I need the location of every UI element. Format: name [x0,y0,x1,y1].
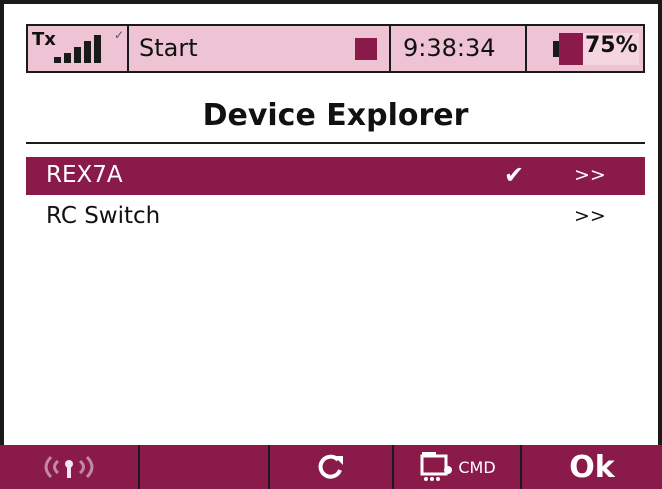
device-screen: Tx ✓ Start 9:38:34 75% Device Explorer R… [0,0,662,489]
battery-fill [559,33,583,65]
refresh-icon [318,454,343,479]
title-divider [26,142,645,144]
page-title: Device Explorer [202,98,469,133]
tx-label: Tx [32,29,56,50]
ok-button[interactable]: Ok [522,445,662,489]
device-icon [420,452,453,481]
refresh-button[interactable] [270,445,394,489]
device-row-rc-switch[interactable]: RC Switch >> [26,198,645,236]
status-bar: Tx ✓ Start 9:38:34 75% [26,24,645,73]
battery-cell: 75% [527,26,643,71]
signal-check-icon: ✓ [114,28,125,42]
cmd-label: CMD [458,457,496,477]
device-list: REX7A ✔ >> RC Switch >> [26,157,645,239]
clock-time: 9:38:34 [403,34,496,62]
stop-square-icon [355,38,377,60]
time-cell: 9:38:34 [391,26,527,71]
empty-button[interactable] [140,445,270,489]
bottom-button-bar: CMD Ok [0,445,662,489]
device-label: RC Switch [46,203,161,229]
wireless-icon [44,455,94,479]
tx-signal-cell: Tx ✓ [28,26,129,71]
ok-label: Ok [569,449,615,485]
mode-cell[interactable]: Start [129,26,391,71]
device-label: REX7A [46,162,123,188]
check-icon: ✔ [504,161,525,189]
open-arrow[interactable]: >> [574,164,606,186]
cmd-button[interactable]: CMD [394,445,522,489]
mode-label: Start [139,34,198,62]
device-row-rex7a[interactable]: REX7A ✔ >> [26,157,645,195]
battery-percent: 75% [585,33,638,58]
wireless-button[interactable] [0,445,140,489]
open-arrow[interactable]: >> [574,205,606,227]
